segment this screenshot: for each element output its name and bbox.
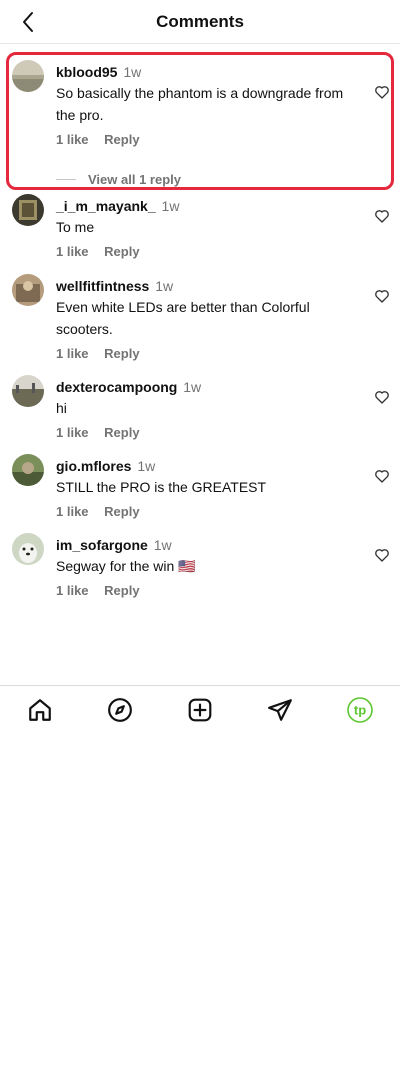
comment-time: 1w [123, 64, 142, 80]
comment-like-count[interactable]: 1 like [56, 425, 89, 440]
comment-text: Segway for the win 🇺🇸 [56, 558, 196, 574]
heart-icon[interactable] [374, 389, 390, 405]
comment-item: _i_m_mayank_ 1w To me 1 like Reply [0, 186, 400, 259]
comment-time: 1w [137, 458, 156, 474]
heart-icon[interactable] [374, 468, 390, 484]
comment-username[interactable]: dexterocampoong [56, 379, 177, 395]
comment-text: STILL the PRO is the GREATEST [56, 479, 267, 495]
comment-like-count[interactable]: 1 like [56, 346, 89, 361]
comment-username[interactable]: gio.mflores [56, 458, 131, 474]
view-replies-label: View all 1 reply [88, 172, 181, 187]
page-title: Comments [156, 12, 244, 31]
create-plus-icon [188, 698, 212, 721]
comment-item: gio.mflores 1w STILL the PRO is the GREA… [0, 446, 400, 525]
nav-explore[interactable] [100, 688, 140, 732]
comment-text: hi [56, 400, 67, 416]
comment-list: kblood95 1w So basically the phantom is … [0, 52, 400, 604]
comment-text: To me [56, 219, 95, 235]
comment-username[interactable]: wellfitfintness [56, 278, 149, 294]
nav-direct[interactable] [260, 688, 300, 732]
avatar[interactable] [12, 274, 44, 306]
comment-like-count[interactable]: 1 like [56, 244, 89, 259]
avatar[interactable] [12, 194, 44, 226]
header: Comments [0, 0, 400, 44]
reply-button[interactable]: Reply [104, 346, 139, 361]
comment-time: 1w [155, 278, 174, 294]
nav-home[interactable] [20, 688, 60, 732]
reply-button[interactable]: Reply [104, 583, 139, 598]
comment-username[interactable]: kblood95 [56, 64, 117, 80]
explore-compass-icon [108, 697, 132, 722]
comment-text: Even white LEDs are better than Colorful… [56, 299, 310, 337]
reply-divider [56, 179, 76, 180]
comment-item: im_sofargone 1w Segway for the win 🇺🇸 1 … [0, 525, 400, 604]
direct-send-icon [268, 698, 292, 721]
comment-username[interactable]: im_sofargone [56, 537, 148, 553]
profile-initials: tp [354, 702, 366, 717]
reply-button[interactable]: Reply [104, 244, 139, 259]
heart-icon[interactable] [374, 288, 390, 304]
comment-time: 1w [183, 379, 202, 395]
nav-profile[interactable]: tp [340, 688, 380, 732]
comment-like-count[interactable]: 1 like [56, 504, 89, 519]
bottom-nav: tp [0, 685, 400, 733]
reply-button[interactable]: Reply [104, 504, 139, 519]
comment-item: dexterocampoong 1w hi 1 like Reply [0, 367, 400, 446]
comment-item: kblood95 1w So basically the phantom is … [0, 52, 400, 190]
heart-icon[interactable] [374, 547, 390, 563]
comment-item: wellfitfintness 1w Even white LEDs are b… [0, 266, 400, 367]
nav-create[interactable] [180, 688, 220, 732]
view-replies-button[interactable]: View all 1 reply [56, 172, 360, 187]
comment-time: 1w [161, 198, 180, 214]
reply-button[interactable]: Reply [104, 132, 139, 147]
comment-like-count[interactable]: 1 like [56, 132, 89, 147]
avatar[interactable] [12, 60, 44, 92]
avatar[interactable] [12, 375, 44, 407]
comment-text: So basically the phantom is a downgrade … [56, 85, 344, 123]
heart-icon[interactable] [374, 84, 390, 100]
heart-icon[interactable] [374, 208, 390, 224]
reply-button[interactable]: Reply [104, 425, 139, 440]
comment-username[interactable]: _i_m_mayank_ [56, 198, 156, 214]
comment-like-count[interactable]: 1 like [56, 583, 89, 598]
avatar[interactable] [12, 533, 44, 565]
home-icon [29, 698, 51, 721]
comment-time: 1w [153, 537, 172, 553]
avatar[interactable] [12, 454, 44, 486]
profile-avatar-icon: tp [347, 696, 373, 723]
